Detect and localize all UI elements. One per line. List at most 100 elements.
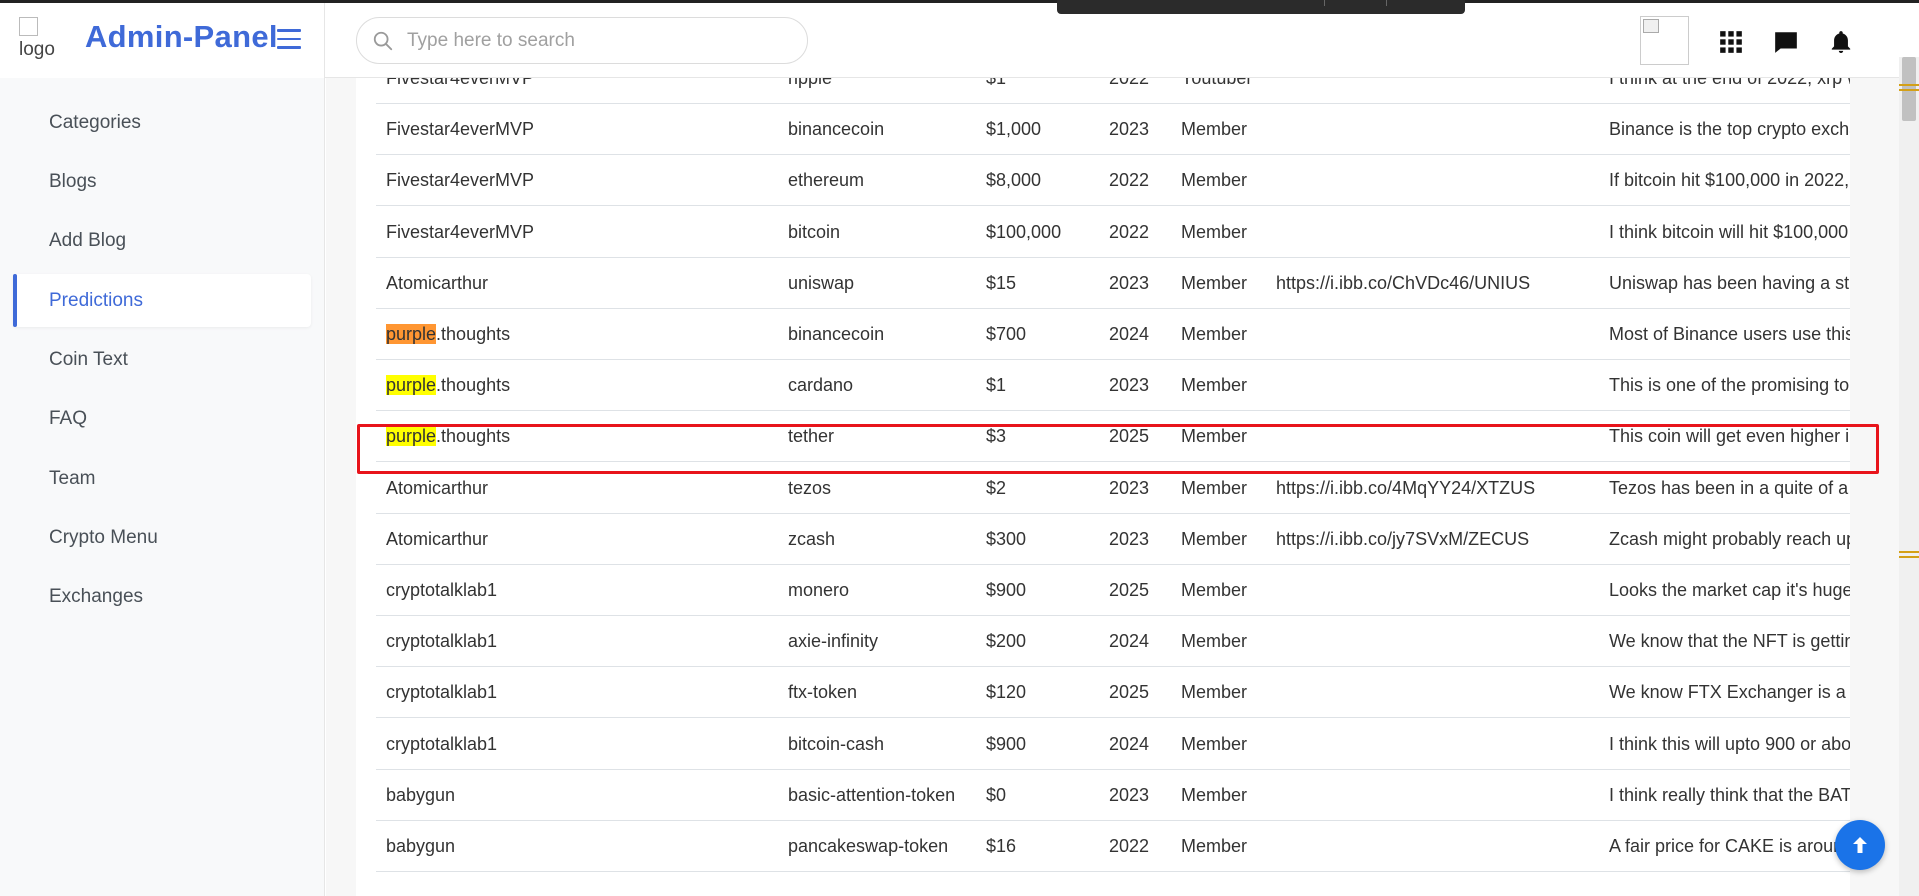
cell-user-rest: .thoughts [436, 426, 511, 447]
cell-coin: binancecoin [788, 324, 885, 344]
cell-coin: zcash [788, 528, 836, 549]
cell-coin: bitcoin [788, 221, 841, 242]
sidebar: Categories Blogs Add Blog Predictions Co… [0, 78, 325, 896]
avatar[interactable] [1640, 16, 1689, 65]
predictions-table: Fivestar4everMVP ripple $1 2022 Youtuber I th… [356, 78, 1850, 896]
cell-price: $300 [986, 528, 1027, 549]
cell-coin: tezos [788, 477, 832, 498]
cell-role: Member [1181, 221, 1248, 242]
cell-user: purple.thoughts [386, 309, 776, 360]
sidebar-item-add-blog[interactable]: Add Blog [13, 214, 311, 267]
table-row: purple.thoughts tether $3 2025 Member This co… [376, 411, 1850, 463]
cell-coin: ftx-token [788, 682, 858, 703]
cell-user: babygun [386, 836, 456, 856]
cell-reason: I think this will upto 900 or above [1609, 733, 1850, 754]
cell-price: $100,000 [986, 221, 1062, 242]
sidebar-item-categories[interactable]: Categories [13, 96, 311, 149]
cell-role: Member [1181, 528, 1248, 549]
cell-price: $15 [986, 272, 1017, 293]
cell-year: 2023 [1109, 784, 1150, 805]
cell-coin: binancecoin [788, 119, 885, 140]
table-row: cryptotalklab1 bitcoin-cash $900 2024 Member… [376, 719, 1850, 770]
cell-role: Member [1181, 375, 1248, 396]
sidebar-item-predictions[interactable]: Predictions [13, 274, 311, 327]
chat-icon[interactable] [1773, 29, 1799, 55]
table-row: cryptotalklab1 ftx-token $120 2025 Member We … [376, 667, 1850, 719]
cell-user-rest: .thoughts [436, 324, 511, 344]
cell-role: Member [1181, 170, 1248, 191]
cell-price: $16 [986, 836, 1017, 856]
broken-image-icon [1643, 19, 1659, 33]
cell-reason: This coin will get even higher in y [1609, 426, 1850, 447]
cell-user: cryptotalklab1 [386, 733, 498, 754]
scroll-search-marker [1899, 84, 1919, 91]
search-icon [373, 31, 393, 51]
logo-image [19, 17, 38, 36]
cell-price: $1 [986, 375, 1007, 396]
cell-reason: I think really think that the BAT b [1609, 784, 1850, 805]
cell-user: cryptotalklab1 [386, 580, 498, 600]
cell-user: Fivestar4everMVP [386, 221, 535, 242]
cell-reason: I think at the end of 2022, xrp wil [1609, 78, 1850, 88]
page-scrollbar[interactable] [1899, 57, 1919, 896]
overlay-toolbar [1057, 0, 1465, 14]
cell-role: Member [1181, 580, 1248, 600]
cell-user: babygun [386, 784, 456, 805]
logo-alt-text: logo [19, 39, 55, 60]
top-header: logo Admin-Panel [0, 3, 1919, 78]
search-input[interactable] [407, 26, 797, 56]
cell-year: 2025 [1109, 580, 1150, 600]
scroll-to-top-button[interactable] [1835, 820, 1885, 870]
table-row: purple.thoughts cardano $1 2023 Member This i… [376, 360, 1850, 412]
cell-year: 2023 [1109, 528, 1150, 549]
cell-year: 2023 [1109, 272, 1150, 293]
cell-user-rest: .thoughts [436, 375, 511, 396]
cell-coin: cardano [788, 375, 854, 396]
cell-reason: Looks the market cap it's huge a [1609, 580, 1850, 600]
cell-reason: A fair price for CAKE is around [1609, 836, 1850, 856]
cell-year: 2024 [1109, 324, 1150, 344]
search-match-highlight: purple [386, 324, 437, 344]
cell-user: Fivestar4everMVP [386, 119, 535, 140]
cell-reason: Most of Binance users use this. [1609, 324, 1850, 344]
cell-role: Member [1181, 733, 1248, 754]
cell-user: Fivestar4everMVP [386, 170, 535, 191]
cell-price: $3 [986, 426, 1007, 447]
sidebar-item-coin-text[interactable]: Coin Text [13, 333, 311, 386]
cell-role: Member [1181, 426, 1248, 447]
cell-price: $120 [986, 682, 1027, 703]
table-row: Fivestar4everMVP bitcoin $100,000 2022 Membe… [376, 207, 1850, 258]
cell-coin: pancakeswap-token [788, 836, 949, 856]
apps-grid-icon[interactable] [1718, 29, 1744, 55]
cell-link[interactable]: https://i.ibb.co/ChVDc46/UNIUS [1276, 258, 1576, 309]
cell-coin: tether [788, 426, 835, 447]
menu-toggle-icon[interactable] [277, 29, 301, 49]
cell-reason: I think bitcoin will hit $100,000 th [1609, 221, 1850, 242]
search-box[interactable] [356, 17, 808, 64]
cell-year: 2025 [1109, 426, 1150, 447]
cell-user: purple.thoughts [386, 411, 776, 462]
cell-link[interactable]: https://i.ibb.co/jy7SVxM/ZECUS [1276, 514, 1576, 565]
cell-role: Member [1181, 784, 1248, 805]
cell-reason: Binance is the top crypto exchan [1609, 119, 1850, 140]
cell-coin: ripple [788, 78, 833, 88]
cell-user: purple.thoughts [386, 360, 776, 411]
cell-price: $8,000 [986, 170, 1042, 191]
sidebar-item-exchanges[interactable]: Exchanges [13, 570, 311, 623]
cell-user: Atomicarthur [386, 477, 489, 498]
sidebar-item-blogs[interactable]: Blogs [13, 155, 311, 208]
cell-user: cryptotalklab1 [386, 682, 498, 703]
cell-price: $0 [986, 784, 1007, 805]
brand-title[interactable]: Admin-Panel [85, 19, 278, 55]
cell-user: Atomicarthur [386, 272, 489, 293]
sidebar-item-team[interactable]: Team [13, 452, 311, 505]
sidebar-item-crypto-menu[interactable]: Crypto Menu [13, 511, 311, 564]
table-row: Fivestar4everMVP binancecoin $1,000 2023 Mem… [376, 104, 1850, 156]
sidebar-item-faq[interactable]: FAQ [13, 392, 311, 445]
bell-icon[interactable] [1828, 29, 1854, 55]
cell-link[interactable]: https://i.ibb.co/4MqYY24/XTZUS [1276, 463, 1576, 514]
cell-year: 2024 [1109, 733, 1150, 754]
scroll-search-marker [1899, 551, 1919, 558]
cell-price: $900 [986, 733, 1027, 754]
cell-year: 2023 [1109, 477, 1150, 498]
